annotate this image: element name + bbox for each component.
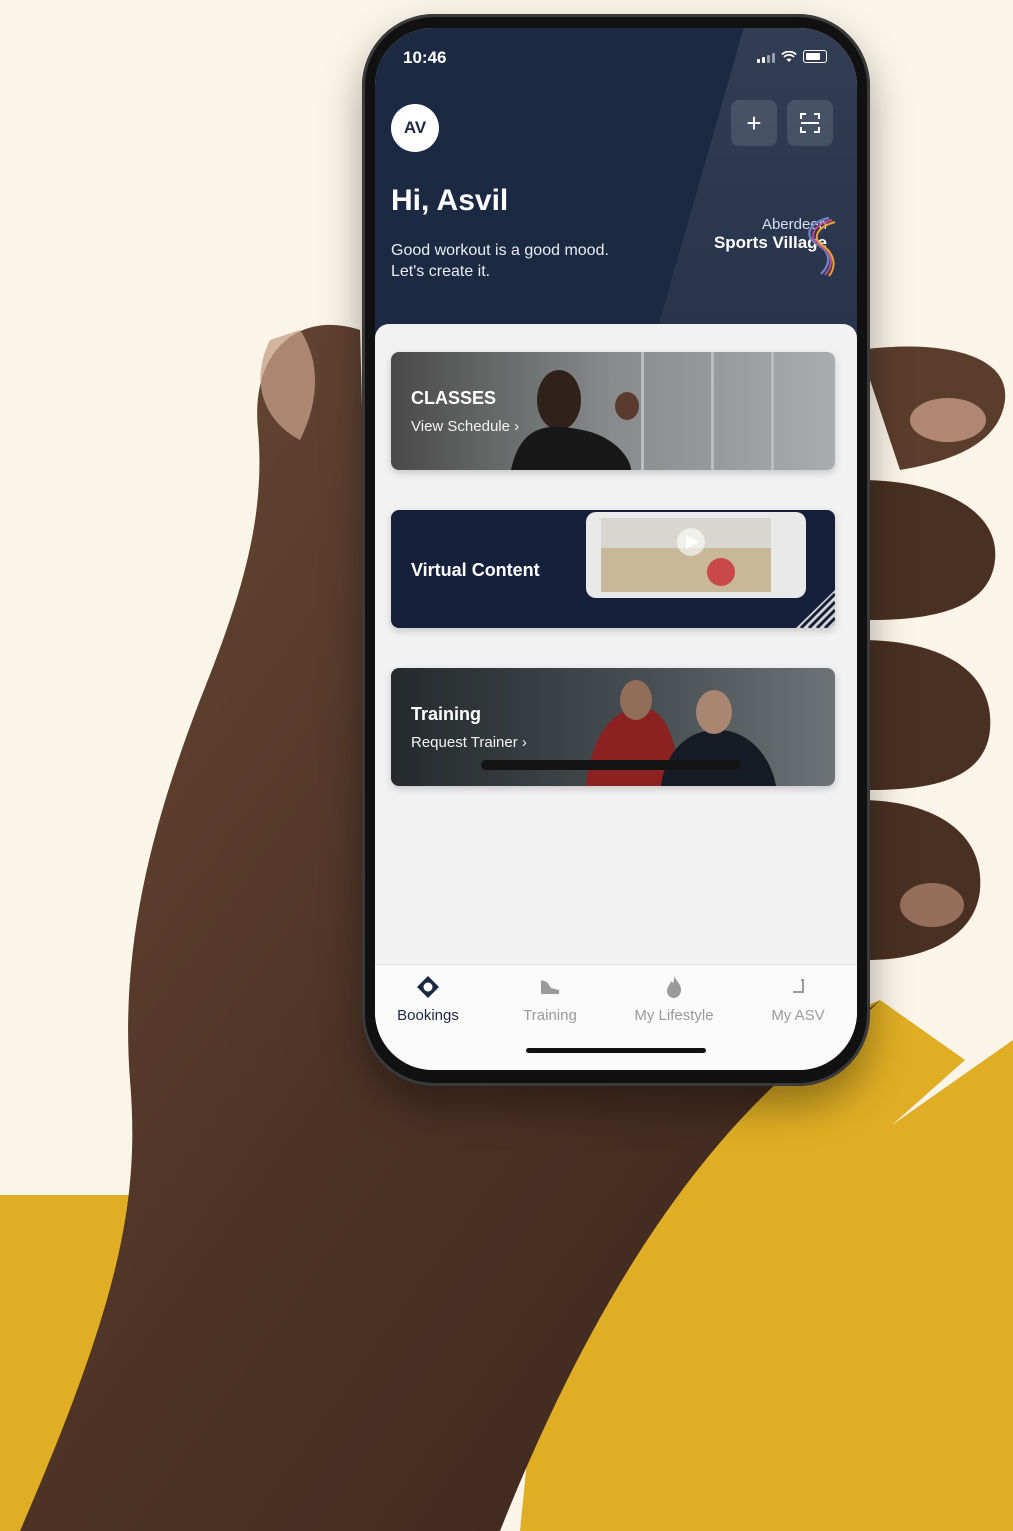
flame-icon [667,976,681,998]
bookings-icon [417,976,439,998]
brand-swoosh-icon [808,216,836,277]
wifi-icon [781,51,797,62]
avatar[interactable]: AV [391,104,439,152]
home-indicator[interactable] [526,1048,706,1053]
training-card-link[interactable]: Request Trainer › [411,734,527,751]
battery-icon [803,50,827,63]
tab-bar: Bookings Training My Lifestyle My ASV [375,964,857,1070]
tagline-line-2: Let's create it. [391,263,491,280]
tab-training[interactable]: Training [495,973,605,1024]
tab-my-asv[interactable]: My ASV [743,973,853,1024]
chevron-right-icon: › [521,734,527,751]
add-button[interactable]: + [731,100,777,146]
training-card-link-label: Request Trainer [411,734,518,751]
training-card-title: Training [411,704,482,724]
virtual-content-card-title: Virtual Content [411,560,540,580]
profile-icon [793,979,804,993]
scan-button[interactable] [787,100,833,146]
tab-bookings-label: Bookings [397,1007,459,1024]
phone-screen: 10:46 AV + Hi, Asvil Good workout is a g… [375,28,857,1070]
content-area: CLASSES View Schedule › Virtual Content [375,324,857,964]
classes-card-title: CLASSES [411,388,497,408]
tagline: Good workout is a good mood. Let's creat… [391,240,671,282]
training-card-image [391,668,835,786]
tab-bookings[interactable]: Bookings [375,973,483,1024]
tab-my-lifestyle[interactable]: My Lifestyle [619,973,729,1024]
tagline-line-1: Good workout is a good mood. [391,242,609,259]
tab-training-label: Training [523,1007,577,1024]
tab-my-asv-label: My ASV [771,1007,825,1024]
tab-my-lifestyle-label: My Lifestyle [634,1007,714,1024]
training-shoe-icon [541,980,559,994]
classes-card-link-label: View Schedule [411,418,510,435]
app-header: 10:46 AV + Hi, Asvil Good workout is a g… [375,28,857,338]
status-icons [757,50,827,63]
header-sheen [634,28,857,338]
classes-card-link[interactable]: View Schedule › [411,418,519,435]
greeting-title: Hi, Asvil [391,184,509,217]
classes-card-image [391,352,835,470]
virtual-content-card[interactable]: Virtual Content [391,510,835,628]
classes-card[interactable]: CLASSES View Schedule › [391,352,835,470]
plus-icon: + [746,107,762,138]
status-time: 10:46 [403,48,447,67]
scan-icon [800,113,820,133]
training-card[interactable]: Training Request Trainer › [391,668,835,786]
chevron-right-icon: › [514,418,520,435]
cellular-signal-icon [757,53,775,63]
